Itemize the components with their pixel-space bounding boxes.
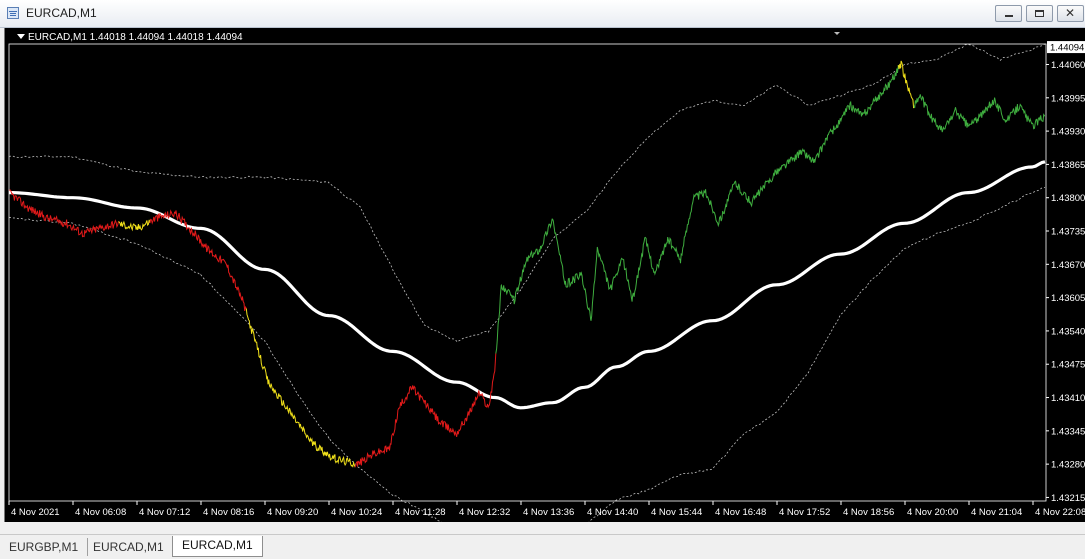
chart-header[interactable]: EURCAD,M1 1.44018 1.44094 1.44018 1.4409… [17, 32, 243, 43]
price-tick-label: 1.43540 [1051, 326, 1085, 337]
price-segment-3 [245, 308, 356, 468]
window-titlebar: EURCAD,M1 ✕ [0, 0, 1085, 28]
time-tick-label: 4 Nov 10:24 [331, 507, 382, 518]
price-segment-2 [149, 209, 247, 312]
time-tick-label: 4 Nov 12:32 [459, 507, 510, 518]
symbol-ohlc-label: EURCAD,M1 1.44018 1.44094 1.44018 1.4409… [28, 32, 243, 43]
close-button[interactable]: ✕ [1057, 5, 1084, 22]
time-tick-label: 4 Nov 2021 [11, 507, 60, 518]
time-tick-label: 4 Nov 11:28 [395, 507, 446, 518]
price-tick-label: 1.43865 [1051, 160, 1085, 171]
chart-window-icon [7, 7, 19, 19]
dropdown-arrow-icon[interactable] [17, 34, 25, 39]
price-axis: 1.44060 1.43995 1.43930 1.43865 1.43800 1.437… [1046, 41, 1085, 504]
time-tick-label: 4 Nov 20:00 [907, 507, 958, 518]
tab-eurcad-m1-active[interactable]: EURCAD,M1 [172, 536, 263, 557]
time-tick-label: 4 Nov 16:48 [715, 507, 766, 518]
bollinger-bands [8, 43, 1046, 522]
lower-band-line [8, 187, 1046, 522]
moving-average-line [9, 160, 1046, 410]
price-tick-label: 1.43800 [1051, 193, 1085, 204]
time-tick-label: 4 Nov 09:20 [267, 507, 318, 518]
chart-shift-marker-icon[interactable] [834, 32, 840, 35]
time-tick-label: 4 Nov 21:04 [971, 507, 1022, 518]
price-tick-label: 1.43930 [1051, 127, 1085, 138]
time-tick-label: 4 Nov 22:08 [1035, 507, 1085, 518]
upper-band-line [8, 43, 1046, 343]
time-tick-label: 4 Nov 14:40 [587, 507, 638, 518]
price-segment-6 [897, 60, 915, 109]
time-tick-label: 4 Nov 08:16 [203, 507, 254, 518]
tab-eurcad-m1[interactable]: EURCAD,M1 [84, 538, 174, 556]
price-segment-5 [495, 65, 899, 354]
moving-average [9, 160, 1046, 410]
tab-eurgbp-m1[interactable]: EURGBP,M1 [0, 538, 89, 556]
restore-button[interactable] [1026, 5, 1053, 22]
time-tick-label: 4 Nov 18:56 [843, 507, 894, 518]
close-icon: ✕ [1065, 6, 1076, 20]
price-chart[interactable]: 1.44060 1.43995 1.43930 1.43865 1.43800 1.437… [5, 28, 1085, 522]
current-price-label: 1.44094 [1050, 43, 1084, 54]
time-tick-label: 4 Nov 15:44 [651, 507, 702, 518]
time-axis: 4 Nov 2021 4 Nov 06:08 4 Nov 07:12 4 Nov 08… [8, 501, 1085, 518]
time-tick-label: 4 Nov 07:12 [139, 507, 190, 518]
time-tick-label: 4 Nov 06:08 [75, 507, 126, 518]
price-segment-4 [354, 353, 497, 468]
price-tick-label: 1.43605 [1051, 293, 1085, 304]
price-tick-label: 1.44060 [1051, 60, 1085, 71]
time-tick-label: 4 Nov 13:36 [523, 507, 574, 518]
price-segment-1 [118, 219, 151, 232]
price-segment-7 [913, 94, 1046, 133]
price-tick-label: 1.43215 [1051, 493, 1085, 504]
price-tick-label: 1.43280 [1051, 460, 1085, 471]
time-tick-label: 4 Nov 17:52 [779, 507, 830, 518]
plot-border [8, 43, 1047, 502]
minimize-button[interactable] [995, 5, 1022, 22]
price-tick-label: 1.43670 [1051, 260, 1085, 271]
price-tick-label: 1.43475 [1051, 360, 1085, 371]
minimize-icon [1005, 15, 1013, 17]
restore-icon [1035, 10, 1044, 17]
plot-frame [8, 32, 1047, 502]
price-tick-label: 1.43995 [1051, 93, 1085, 104]
price-tick-label: 1.43410 [1051, 393, 1085, 404]
price-tick-label: 1.43345 [1051, 426, 1085, 437]
window-title: EURCAD,M1 [26, 6, 97, 20]
chart-area[interactable]: 1.44060 1.43995 1.43930 1.43865 1.43800 1.437… [4, 28, 1085, 522]
price-tick-label: 1.43735 [1051, 227, 1085, 238]
chart-tabs: EURGBP,M1 EURCAD,M1 EURCAD,M1 [0, 534, 1085, 559]
